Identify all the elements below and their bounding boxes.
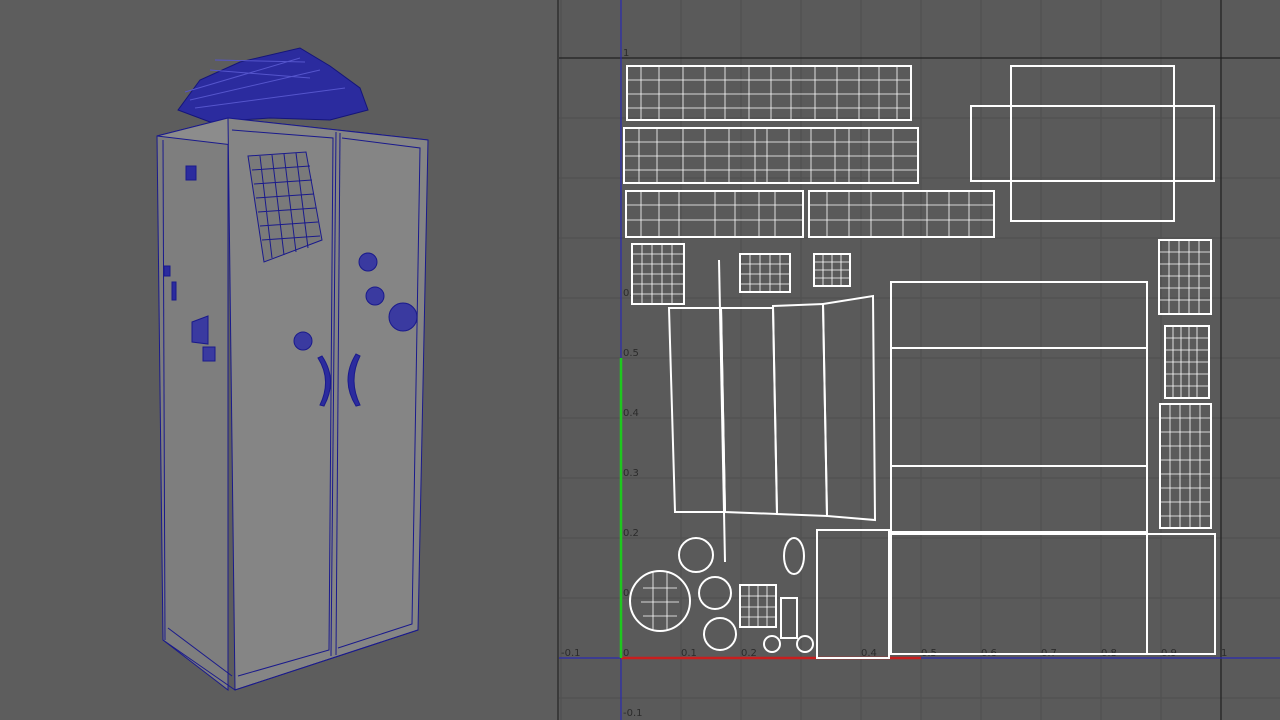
uv-shells (623, 65, 1216, 659)
v-label-1: 1 (623, 48, 629, 59)
uv-shell-locker-top (970, 65, 1215, 222)
side-sticker-1 (185, 165, 197, 181)
uv-shell-towel-strip-3 (625, 190, 804, 238)
magnet-3 (388, 302, 418, 332)
u-label-1: 1 (1221, 648, 1227, 659)
v-label-neg: -0.1 (623, 708, 643, 719)
v-label-0-4: 0.4 (623, 408, 639, 419)
u-label-neg: -0.1 (561, 648, 581, 659)
u-label-0-1: 0.1 (681, 648, 697, 659)
towel-stack (177, 47, 369, 123)
uv-editor[interactable]: 1 0. 0.5 0.4 0.3 0.2 0. -0.1 -0.1 0 0.1 … (559, 0, 1280, 720)
uv-shell-towel-strip-2 (623, 127, 919, 184)
v-label-0-2: 0.2 (623, 528, 639, 539)
uv-grid-canvas: 1 0. 0.5 0.4 0.3 0.2 0. -0.1 -0.1 0 0.1 … (559, 0, 1280, 720)
uv-shell-towel-strip-4 (808, 190, 995, 238)
u-label-0: 0 (623, 648, 629, 659)
uv-shell-doors (667, 259, 877, 563)
magnet-4 (293, 331, 313, 351)
magnet-1 (358, 252, 378, 272)
uv-shell-locker-front (816, 281, 1216, 659)
v-label-0-5: 0.5 (623, 348, 639, 359)
magnet-2 (365, 286, 385, 306)
3d-viewport[interactable] (0, 0, 557, 720)
locker-wireframe (156, 47, 429, 692)
v-label-0-3: 0.3 (623, 468, 639, 479)
locker-side (156, 117, 229, 692)
u-label-0-2: 0.2 (741, 648, 757, 659)
uv-shell-magnets (629, 537, 814, 653)
uv-shell-towel-strip-1 (626, 65, 912, 121)
